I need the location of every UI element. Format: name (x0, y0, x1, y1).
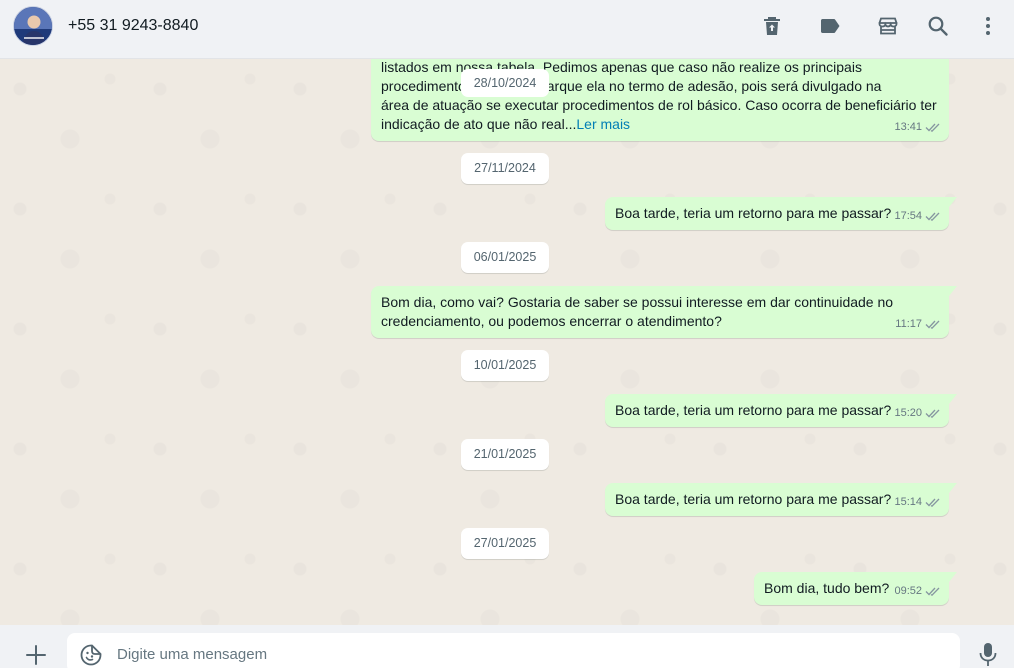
whatsapp-chat-window: +55 31 9243-8840 listados em nossa tabel… (0, 0, 1014, 668)
message-text: Bom dia, tudo bem? (764, 580, 890, 596)
bubble-tail (949, 394, 957, 404)
message-text: área de atuação se executar procedimento… (381, 97, 937, 113)
date-separator: 21/01/2025 (461, 439, 549, 470)
message-text: Boa tarde, teria um retorno para me pass… (615, 402, 892, 418)
message-input[interactable] (117, 643, 937, 665)
message-meta: 11:17 (895, 315, 941, 334)
chat-header: +55 31 9243-8840 (0, 0, 1014, 59)
read-more-link[interactable]: Ler mais (576, 116, 630, 132)
store-icon[interactable] (876, 14, 900, 38)
plus-icon[interactable] (24, 643, 48, 667)
message-bubble[interactable]: Boa tarde, teria um retorno para me pass… (605, 483, 957, 516)
message-bubble[interactable]: listados em nossa tabela. Pedimos apenas… (371, 59, 949, 141)
message-meta: 15:14 (894, 493, 941, 512)
message-meta: 09:52 (894, 582, 941, 601)
message-meta: 15:20 (894, 404, 941, 423)
menu-icon[interactable] (976, 14, 1000, 38)
date-separator: 27/11/2024 (461, 153, 549, 184)
bubble-tail (949, 572, 957, 582)
message-time: 17:54 (894, 210, 922, 222)
double-check-icon (925, 586, 941, 597)
double-check-icon (925, 211, 941, 222)
double-check-icon (925, 408, 941, 419)
date-separator: 06/01/2025 (461, 242, 549, 273)
bubble-tail (949, 286, 957, 296)
message-time: 11:17 (895, 318, 922, 330)
message-meta: 17:54 (894, 207, 941, 226)
date-separator: 10/01/2025 (461, 350, 549, 381)
message-text: Boa tarde, teria um retorno para me pass… (615, 491, 892, 507)
message-list[interactable]: listados em nossa tabela. Pedimos apenas… (0, 59, 1014, 625)
double-check-icon (925, 122, 941, 133)
bubble-tail (949, 483, 957, 493)
message-time: 09:52 (894, 585, 922, 597)
sticker-icon[interactable] (79, 643, 103, 667)
date-separator: 28/10/2024 (461, 69, 549, 97)
message-text: Boa tarde, teria um retorno para me pass… (615, 205, 892, 221)
microphone-icon[interactable] (976, 641, 1000, 668)
label-icon[interactable] (818, 14, 842, 38)
composer-bar (0, 625, 1014, 668)
message-time: 13:41 (894, 121, 922, 133)
avatar[interactable] (13, 6, 53, 46)
message-bubble[interactable]: Bom dia, tudo bem? 09:52 (754, 572, 957, 605)
double-check-icon (925, 497, 941, 508)
date-separator: 27/01/2025 (461, 528, 549, 559)
message-box[interactable] (67, 633, 960, 668)
contact-name[interactable]: +55 31 9243-8840 (68, 17, 198, 35)
bubble-tail (949, 197, 957, 207)
message-time: 15:14 (894, 496, 922, 508)
message-text: credenciamento, ou podemos encerrar o at… (381, 313, 722, 329)
message-bubble[interactable]: Boa tarde, teria um retorno para me pass… (605, 197, 957, 230)
message-last-line: indicação de ato que não real...Ler mais (381, 115, 946, 134)
double-check-icon (925, 319, 941, 330)
message-text: Bom dia, como vai? Gostaria de saber se … (381, 294, 894, 310)
message-meta: 13:41 (894, 118, 941, 137)
message-bubble[interactable]: Boa tarde, teria um retorno para me pass… (605, 394, 957, 427)
message-time: 15:20 (894, 407, 922, 419)
search-icon[interactable] (926, 14, 950, 38)
trash-icon[interactable] (760, 14, 784, 38)
message-bubble[interactable]: Bom dia, como vai? Gostaria de saber se … (371, 286, 957, 338)
message-text: indicação de ato que não real... (381, 116, 577, 132)
